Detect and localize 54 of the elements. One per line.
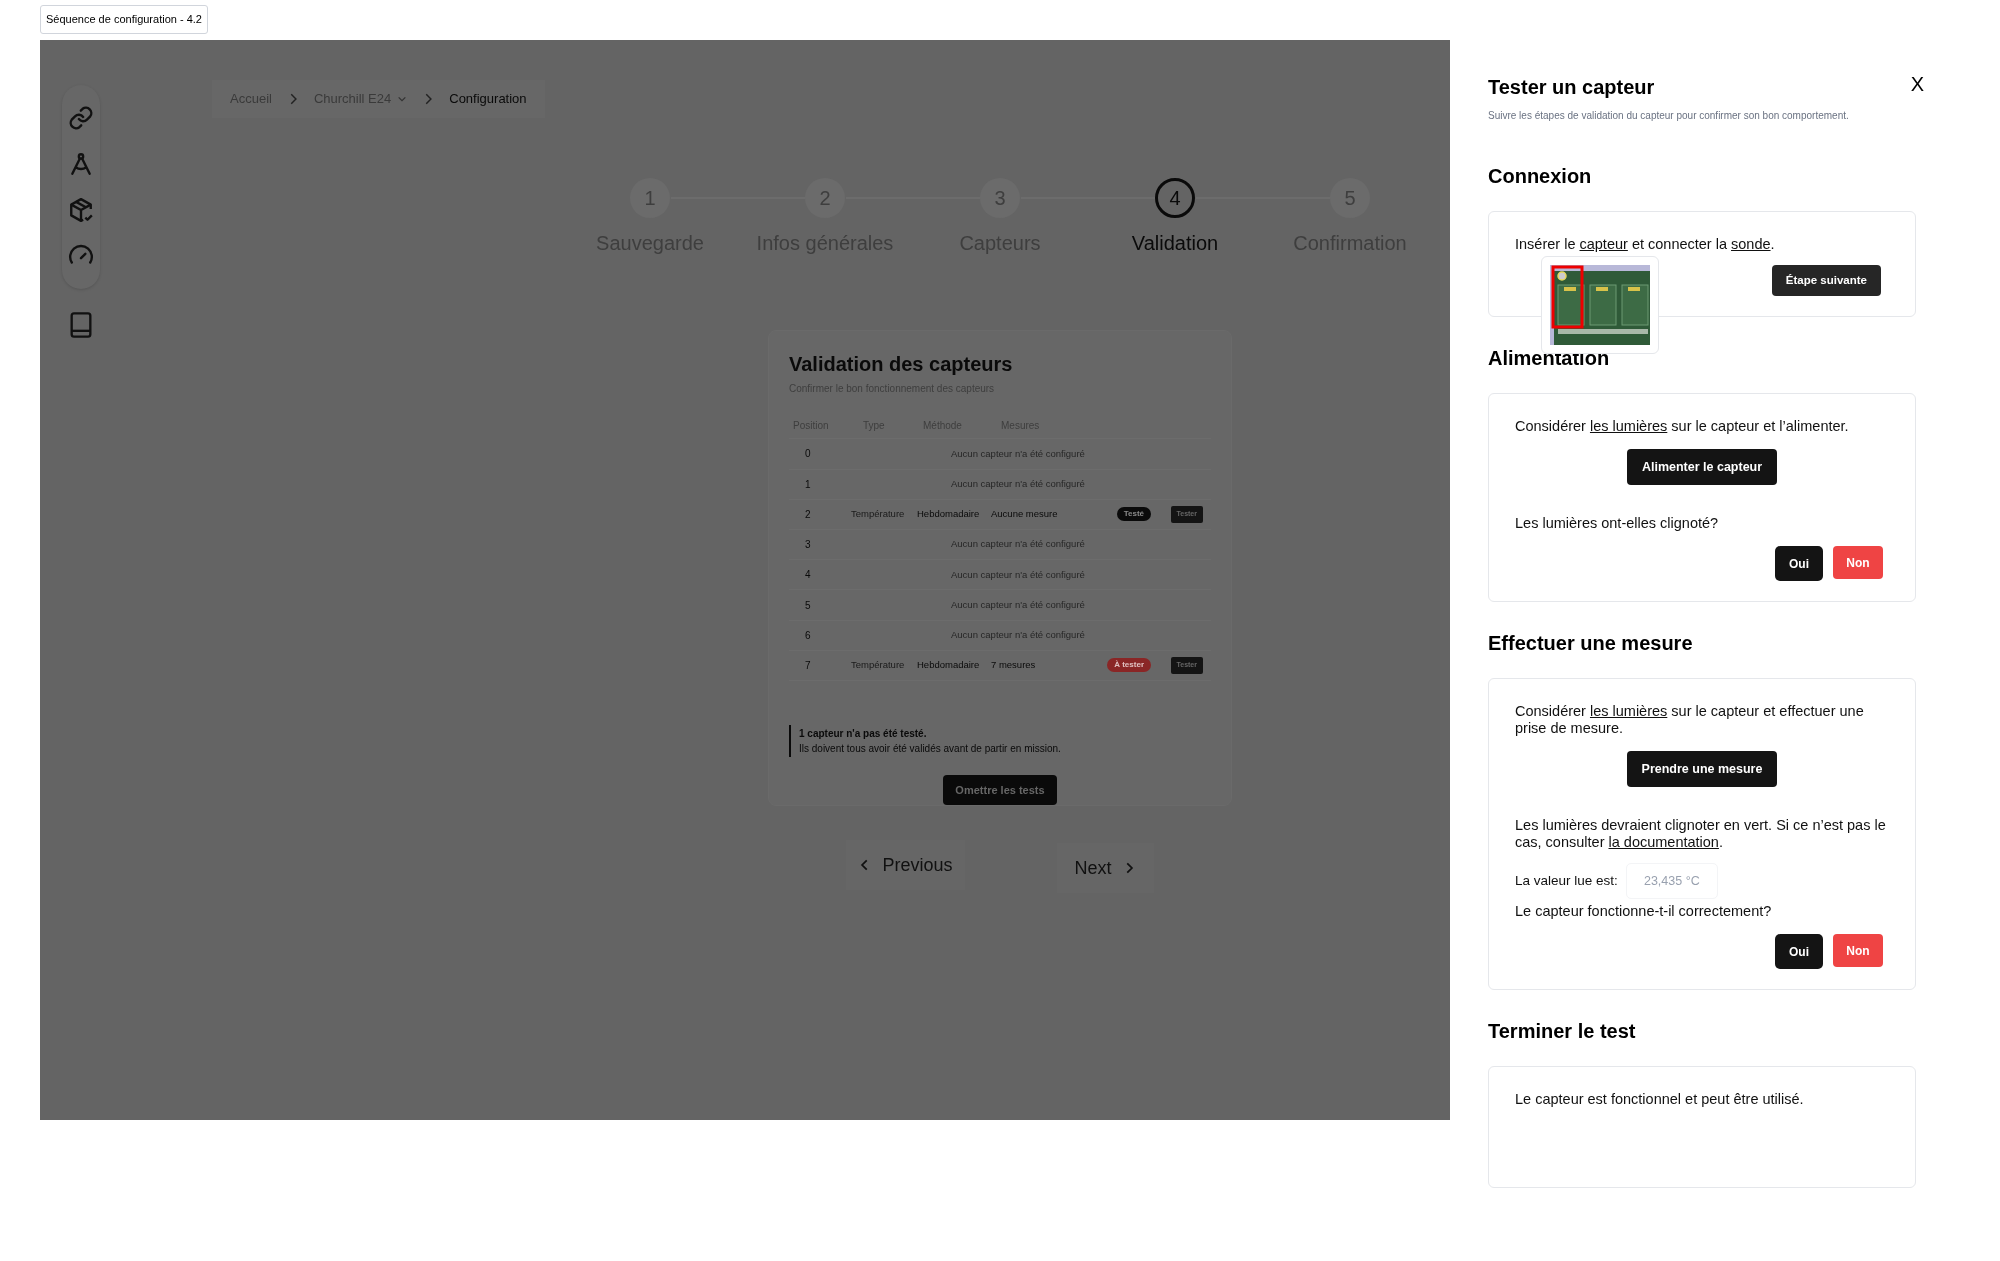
skip-tests-button[interactable]: Omettre les tests	[943, 775, 1057, 806]
instruction-text: Le capteur fonctionne-t-il correctement?	[1515, 903, 1773, 920]
table-cell-text: Aucune mesure	[990, 507, 1059, 522]
action-button[interactable]: Prendre une mesure	[1626, 751, 1778, 787]
alert-text: Ils doivent tous avoir été validés avant de partir en mission.	[799, 742, 1062, 757]
inline-link[interactable]: les lumières	[1589, 703, 1668, 719]
compass-icon[interactable]	[68, 151, 94, 177]
no-button[interactable]: Non	[1833, 546, 1883, 579]
field-label: La valeur lue est:	[1515, 871, 1618, 890]
instruction-text: Insérer le capteur et connecter la sonde.	[1515, 236, 1776, 253]
table-cell-text: 0	[804, 447, 812, 462]
instruction-text: Le capteur est fonctionnel et peut être utilisé.	[1515, 1091, 1805, 1108]
table-cell-text: Température	[851, 507, 906, 522]
inline-link[interactable]: capteur	[1579, 236, 1628, 252]
close-button[interactable]: X	[1910, 74, 1924, 94]
instruction-text: Considérer les lumières sur le capteur et l’alimenter.	[1515, 418, 1850, 435]
table-cell-text: 6	[804, 628, 812, 643]
table-cell-text: 1	[804, 477, 812, 492]
drawer-subtitle: Suivre les étapes de validation du capteur pour confirmer son bon comportement.	[1488, 109, 1850, 123]
instruction-text: Considérer les lumières sur le capteur et effectuer une prise de mesure.	[1515, 703, 1865, 737]
table-cell-text: 2	[804, 507, 812, 522]
status-badge: Testé	[1116, 507, 1151, 522]
card-title: Validation des capteurs	[789, 352, 1014, 377]
instruction-text: Les lumières devraient clignoter en vert. Si ce n’est pas le cas, consulter la documentation.	[1515, 817, 1887, 851]
chevron-down-icon	[397, 94, 408, 104]
link-icon[interactable]	[68, 105, 94, 131]
inline-link[interactable]: la documentation	[1608, 834, 1719, 850]
table-cell-text: 4	[804, 568, 812, 583]
inline-link[interactable]: sonde	[1731, 236, 1771, 252]
section-heading: Connexion	[1488, 164, 1593, 189]
status-badge: À tester	[1107, 658, 1151, 673]
yes-button[interactable]: Oui	[1775, 934, 1823, 969]
frame-label: Séquence de configuration - 4.2	[40, 5, 208, 34]
alert-title: 1 capteur n'a pas été testé.	[799, 727, 928, 742]
section-heading: Terminer le test	[1488, 1019, 1637, 1044]
table-cell-text: Hebdomadaire	[916, 658, 981, 673]
table-cell-text: Température	[851, 658, 906, 673]
inline-link[interactable]: les lumières	[1589, 418, 1668, 434]
breadcrumb-link[interactable]: Configuration	[449, 89, 527, 109]
step-label: Validation	[1131, 231, 1219, 256]
next-step-button[interactable]: Étape suivante	[1771, 265, 1881, 296]
yes-button[interactable]: Oui	[1775, 546, 1823, 581]
package-check-icon[interactable]	[68, 197, 94, 223]
action-button[interactable]: Alimenter le capteur	[1626, 449, 1778, 485]
no-button[interactable]: Non	[1833, 934, 1883, 967]
drawer-title: Tester un capteur	[1488, 75, 1655, 100]
table-cell-text: Hebdomadaire	[916, 507, 981, 522]
table-cell-text: 7	[804, 658, 812, 673]
table-cell-text: 5	[804, 598, 812, 613]
section-heading: Alimentation	[1488, 346, 1611, 371]
instruction-text: Les lumières ont-elles clignoté?	[1515, 515, 1720, 532]
section-heading: Effectuer une mesure	[1488, 631, 1694, 656]
table-cell-text: 3	[804, 538, 812, 553]
table-cell-text: 7 mesures	[990, 658, 1037, 673]
